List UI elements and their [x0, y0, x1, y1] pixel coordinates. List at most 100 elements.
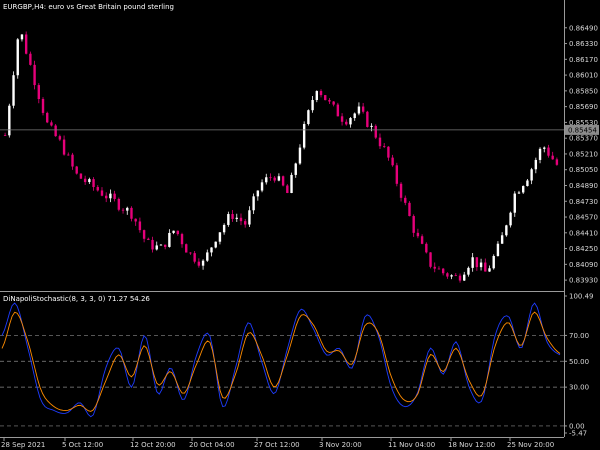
- price-label: 0.85690: [569, 103, 598, 111]
- indicator-scale-label: 100.49: [569, 293, 594, 301]
- candle-body: [324, 95, 327, 101]
- candle-body: [24, 34, 28, 54]
- candle-body: [142, 230, 146, 239]
- trading-chart[interactable]: EURGBP,H4: euro vs Great Britain pound s…: [0, 0, 600, 450]
- candle-body: [260, 182, 264, 191]
- candle-body: [243, 221, 247, 225]
- candle-body: [391, 157, 394, 166]
- candle-body: [197, 261, 201, 266]
- candle-body: [328, 100, 331, 102]
- candle-body: [374, 125, 377, 138]
- candle-body: [3, 135, 7, 137]
- candle-body: [551, 155, 554, 160]
- candle-body: [408, 202, 411, 217]
- price-label: 0.84090: [569, 261, 598, 269]
- candle-body: [239, 217, 243, 222]
- candle-body: [206, 252, 209, 261]
- candle-body: [349, 118, 352, 125]
- time-label: 20 Oct 04:00: [189, 441, 235, 449]
- time-label: 18 Nov 12:00: [448, 441, 495, 449]
- candle-body: [265, 177, 268, 183]
- price-label: 0.83930: [569, 277, 598, 285]
- candle-body: [269, 177, 272, 179]
- candle-body: [16, 39, 19, 76]
- candle-body: [201, 260, 205, 266]
- candle-body: [543, 147, 546, 149]
- candle-body: [315, 91, 319, 100]
- candle-body: [163, 244, 167, 247]
- price-label: 0.84570: [569, 214, 598, 222]
- candle-body: [294, 163, 297, 175]
- candle-body: [248, 210, 251, 225]
- candle-body: [62, 139, 66, 155]
- candle-body: [378, 137, 382, 147]
- time-label: 3 Nov 20:00: [319, 441, 362, 449]
- candle-body: [20, 34, 24, 40]
- candle-body: [509, 212, 512, 226]
- candle-body: [311, 99, 314, 111]
- candle-body: [218, 232, 222, 242]
- candle-body: [387, 146, 390, 158]
- price-label: 0.86010: [569, 72, 598, 80]
- candle-body: [446, 273, 449, 277]
- price-label: 0.84890: [569, 182, 598, 190]
- candle-body: [180, 234, 184, 245]
- candle-body: [463, 274, 466, 281]
- candle-body: [500, 235, 504, 244]
- candle-body: [307, 110, 310, 125]
- candle-body: [79, 173, 83, 179]
- candle-body: [277, 176, 281, 181]
- candle-body: [290, 174, 293, 194]
- candle-body: [555, 159, 559, 165]
- candle-body: [513, 193, 516, 213]
- candle-body: [336, 104, 340, 117]
- candle-body: [252, 196, 255, 211]
- candle-body: [534, 159, 538, 170]
- candle-body: [151, 239, 154, 250]
- time-label: 28 Sep 2021: [1, 441, 45, 449]
- candle-body: [96, 187, 99, 191]
- candle-body: [37, 85, 41, 99]
- time-label: 27 Oct 12:00: [254, 441, 300, 449]
- candle-body: [366, 111, 369, 127]
- candle-body: [109, 193, 112, 199]
- candle-body: [71, 154, 74, 167]
- price-label: 0.86170: [569, 56, 598, 64]
- candle-body: [134, 218, 137, 222]
- candle-body: [113, 193, 116, 199]
- time-label: 12 Oct 20:00: [130, 441, 176, 449]
- candle-body: [46, 112, 49, 123]
- candle-body: [441, 268, 445, 274]
- candle-body: [222, 224, 226, 233]
- candle-body: [147, 238, 150, 240]
- chart-title: EURGBP,H4: euro vs Great Britain pound s…: [3, 3, 174, 11]
- candle-body: [458, 275, 462, 281]
- candle-body: [256, 190, 260, 197]
- candle-body: [214, 241, 217, 248]
- candle-body: [189, 252, 192, 254]
- candle-body: [416, 232, 420, 237]
- candle-body: [33, 64, 36, 86]
- candle-body: [29, 53, 32, 65]
- candle-body: [121, 209, 125, 211]
- candle-body: [454, 275, 458, 277]
- candle-body: [538, 148, 542, 160]
- candle-body: [12, 75, 15, 106]
- candle-body: [404, 197, 407, 203]
- candle-body: [210, 247, 213, 253]
- candle-body: [479, 262, 483, 268]
- candle-body: [526, 180, 529, 187]
- candle-body: [193, 253, 196, 262]
- candle-body: [345, 121, 348, 125]
- candle-body: [382, 146, 386, 148]
- candle-body: [235, 217, 238, 219]
- candle-body: [437, 268, 441, 270]
- candle-body: [227, 214, 230, 225]
- time-label: 5 Oct 12:00: [62, 441, 103, 449]
- price-axis[interactable]: 0.86490 0.86330 0.86170 0.86010 0.85850 0.856…: [564, 24, 599, 285]
- candle-body: [492, 255, 495, 269]
- candle-body: [58, 136, 62, 140]
- candle-body: [484, 262, 487, 272]
- candle-body: [176, 230, 180, 235]
- price-label: 0.85050: [569, 166, 598, 174]
